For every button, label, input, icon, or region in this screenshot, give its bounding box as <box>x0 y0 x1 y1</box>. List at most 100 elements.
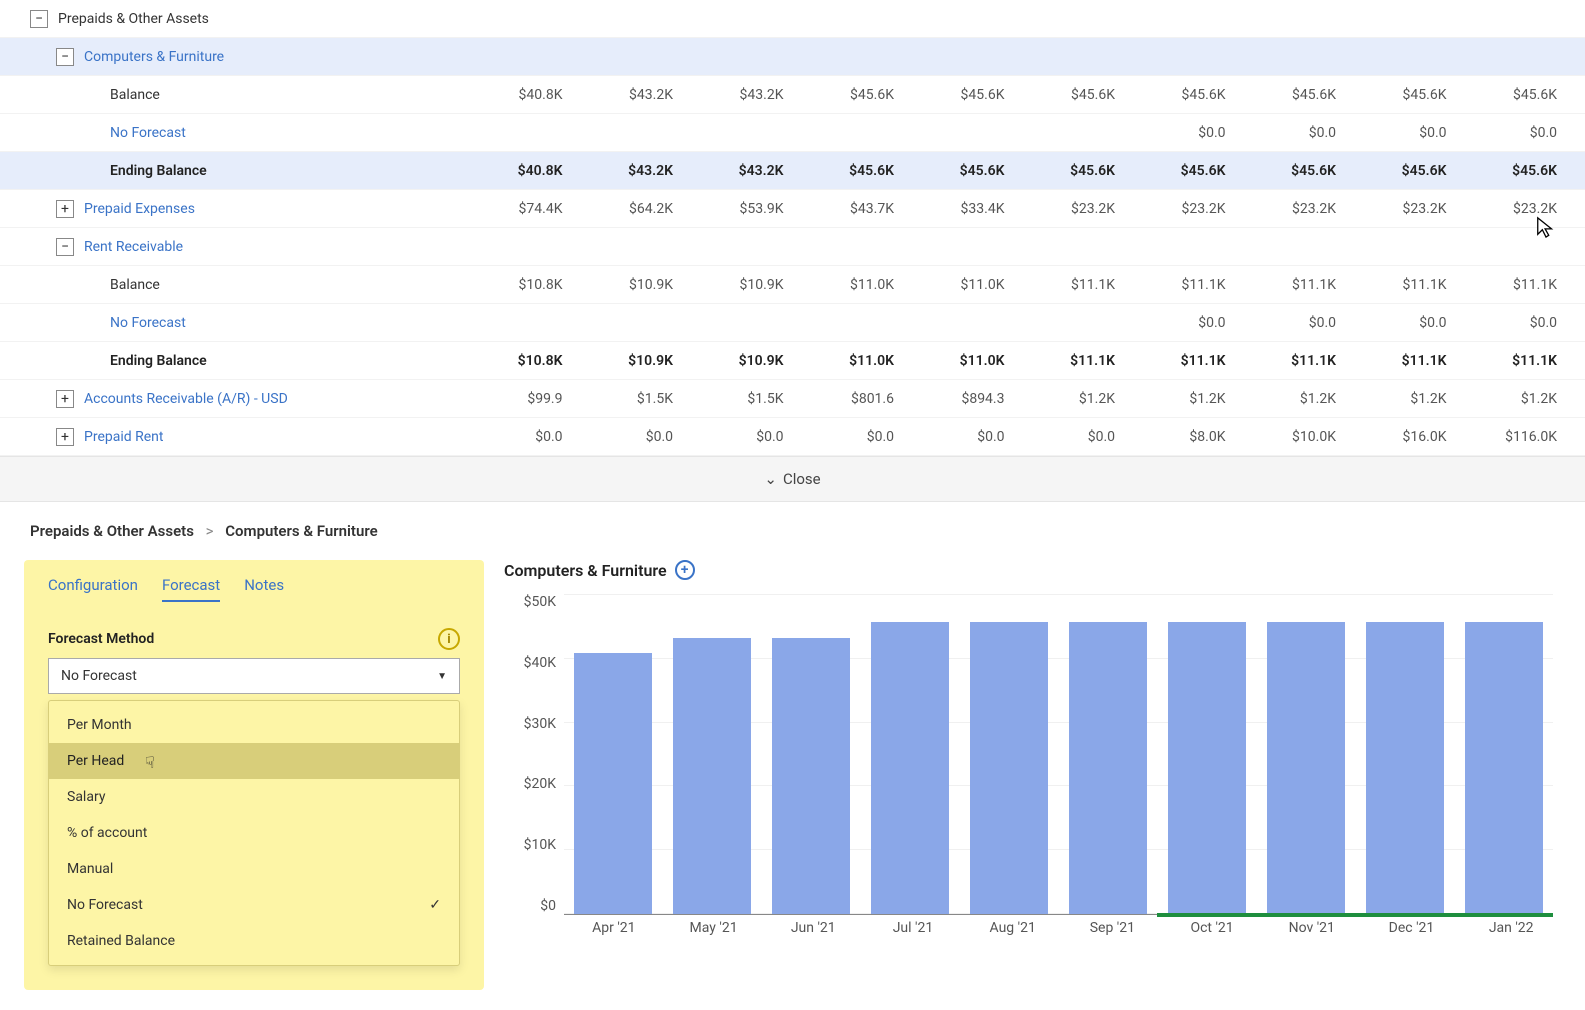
bar[interactable] <box>1267 622 1345 914</box>
close-panel-button[interactable]: ⌄ Close <box>0 456 1585 502</box>
table-row[interactable]: −Computers & Furniture <box>0 38 1585 76</box>
bar-chart: $50K$40K$30K$20K$10K$0 Apr '21May '21Jun… <box>504 594 1561 954</box>
option--of-account[interactable]: % of account <box>49 815 459 851</box>
row-label[interactable]: Prepaid Expenses <box>84 201 195 217</box>
cell: $1.2K <box>1033 391 1144 407</box>
expand-icon[interactable]: − <box>56 48 74 66</box>
x-tick: Aug '21 <box>973 920 1053 936</box>
breadcrumb-leaf: Computers & Furniture <box>225 522 377 540</box>
option-manual[interactable]: Manual <box>49 851 459 887</box>
table-row[interactable]: +Prepaid Rent$0.0$0.0$0.0$0.0$0.0$0.0$8.… <box>0 418 1585 456</box>
y-tick: $0 <box>540 898 556 914</box>
x-tick: Nov '21 <box>1272 920 1352 936</box>
cell: $45.6K <box>1475 87 1585 103</box>
info-icon[interactable]: i <box>438 628 460 650</box>
expand-icon[interactable]: + <box>56 428 74 446</box>
option-retained-balance[interactable]: Retained Balance <box>49 923 459 959</box>
expand-icon[interactable]: − <box>56 238 74 256</box>
bar[interactable] <box>970 622 1048 914</box>
option-no-forecast[interactable]: No Forecast✓ <box>49 887 459 923</box>
option-salary[interactable]: Salary <box>49 779 459 815</box>
cell: $45.6K <box>1143 87 1254 103</box>
expand-icon[interactable]: + <box>56 200 74 218</box>
bar[interactable] <box>772 638 850 914</box>
bar[interactable] <box>1069 622 1147 914</box>
bar[interactable] <box>574 653 652 914</box>
cell: $11.1K <box>1254 353 1365 369</box>
cell: $0.0 <box>1254 315 1365 331</box>
cell: $45.6K <box>1364 87 1475 103</box>
cell: $1.5K <box>591 391 702 407</box>
cell: $45.6K <box>1475 163 1585 179</box>
x-tick: Jun '21 <box>773 920 853 936</box>
option-label: % of account <box>67 825 147 841</box>
cell: $74.4K <box>480 201 591 217</box>
breadcrumb-root[interactable]: Prepaids & Other Assets <box>30 522 194 540</box>
cell: $45.6K <box>1364 163 1475 179</box>
cell: $1.2K <box>1364 391 1475 407</box>
cell <box>922 125 1033 141</box>
cell: $23.2K <box>1364 201 1475 217</box>
x-tick: May '21 <box>674 920 754 936</box>
cell: $45.6K <box>1033 87 1144 103</box>
cell: $10.8K <box>480 277 591 293</box>
tab-forecast[interactable]: Forecast <box>162 576 220 602</box>
cell: $0.0 <box>1033 429 1144 445</box>
table-row[interactable]: −Rent Receivable <box>0 228 1585 266</box>
x-axis-line <box>564 914 1553 915</box>
cell: $11.1K <box>1143 353 1254 369</box>
x-tick: Oct '21 <box>1172 920 1252 936</box>
cell: $0.0 <box>480 429 591 445</box>
option-label: Retained Balance <box>67 933 175 949</box>
row-root[interactable]: − Prepaids & Other Assets <box>0 0 1585 38</box>
cell: $1.2K <box>1475 391 1585 407</box>
cell <box>480 315 591 331</box>
bar[interactable] <box>1366 622 1444 914</box>
option-label: Per Head <box>67 753 124 769</box>
option-per-month[interactable]: Per Month <box>49 707 459 743</box>
breadcrumb: Prepaids & Other Assets > Computers & Fu… <box>0 502 1585 560</box>
cell: $116.0K <box>1475 429 1585 445</box>
cell: $11.1K <box>1364 277 1475 293</box>
table-row[interactable]: No Forecast$0.0$0.0$0.0$0.0 <box>0 304 1585 342</box>
row-label[interactable]: Prepaid Rent <box>84 429 163 445</box>
y-tick: $50K <box>524 594 556 610</box>
table-row: Ending Balance$10.8K$10.9K$10.9K$11.0K$1… <box>0 342 1585 380</box>
row-label[interactable]: Accounts Receivable (A/R) - USD <box>84 391 288 407</box>
cell: $33.4K <box>922 201 1033 217</box>
forecast-panel: ConfigurationForecastNotes Forecast Meth… <box>24 560 484 990</box>
bar[interactable] <box>1168 622 1246 914</box>
forecast-method-select[interactable]: No Forecast ▼ <box>48 658 460 694</box>
cell: $45.6K <box>1143 163 1254 179</box>
close-label: Close <box>783 470 821 488</box>
bar[interactable] <box>871 622 949 914</box>
table-row[interactable]: +Prepaid Expenses$74.4K$64.2K$53.9K$43.7… <box>0 190 1585 228</box>
option-per-head[interactable]: Per Head☟ <box>49 743 459 779</box>
tab-notes[interactable]: Notes <box>244 576 284 602</box>
row-label[interactable]: No Forecast <box>110 315 186 331</box>
expand-icon[interactable]: − <box>30 10 48 28</box>
bar[interactable] <box>673 638 751 914</box>
expand-icon[interactable]: + <box>56 390 74 408</box>
cell: $10.0K <box>1254 429 1365 445</box>
chevron-down-icon: ⌄ <box>764 470 777 488</box>
table-row[interactable]: +Accounts Receivable (A/R) - USD$99.9$1.… <box>0 380 1585 418</box>
cell: $23.2K <box>1033 201 1144 217</box>
cell: $23.2K <box>1143 201 1254 217</box>
add-chart-icon[interactable]: + <box>675 560 695 580</box>
cell <box>591 315 702 331</box>
table-row[interactable]: No Forecast$0.0$0.0$0.0$0.0 <box>0 114 1585 152</box>
plot-area: Apr '21May '21Jun '21Jul '21Aug '21Sep '… <box>564 594 1561 954</box>
row-label[interactable]: Rent Receivable <box>84 239 183 255</box>
row-label[interactable]: Computers & Furniture <box>84 49 224 65</box>
cell: $0.0 <box>701 429 812 445</box>
y-axis: $50K$40K$30K$20K$10K$0 <box>504 594 564 914</box>
forecast-method-dropdown: Per MonthPer Head☟Salary % of account Manu… <box>48 700 460 966</box>
y-tick: $30K <box>524 716 556 732</box>
table-row: Ending Balance$40.8K$43.2K$43.2K$45.6K$4… <box>0 152 1585 190</box>
row-label[interactable]: No Forecast <box>110 125 186 141</box>
row-label: Balance <box>110 87 160 103</box>
tab-configuration[interactable]: Configuration <box>48 576 138 602</box>
bar[interactable] <box>1465 622 1543 914</box>
chart-title: Computers & Furniture <box>504 561 667 580</box>
